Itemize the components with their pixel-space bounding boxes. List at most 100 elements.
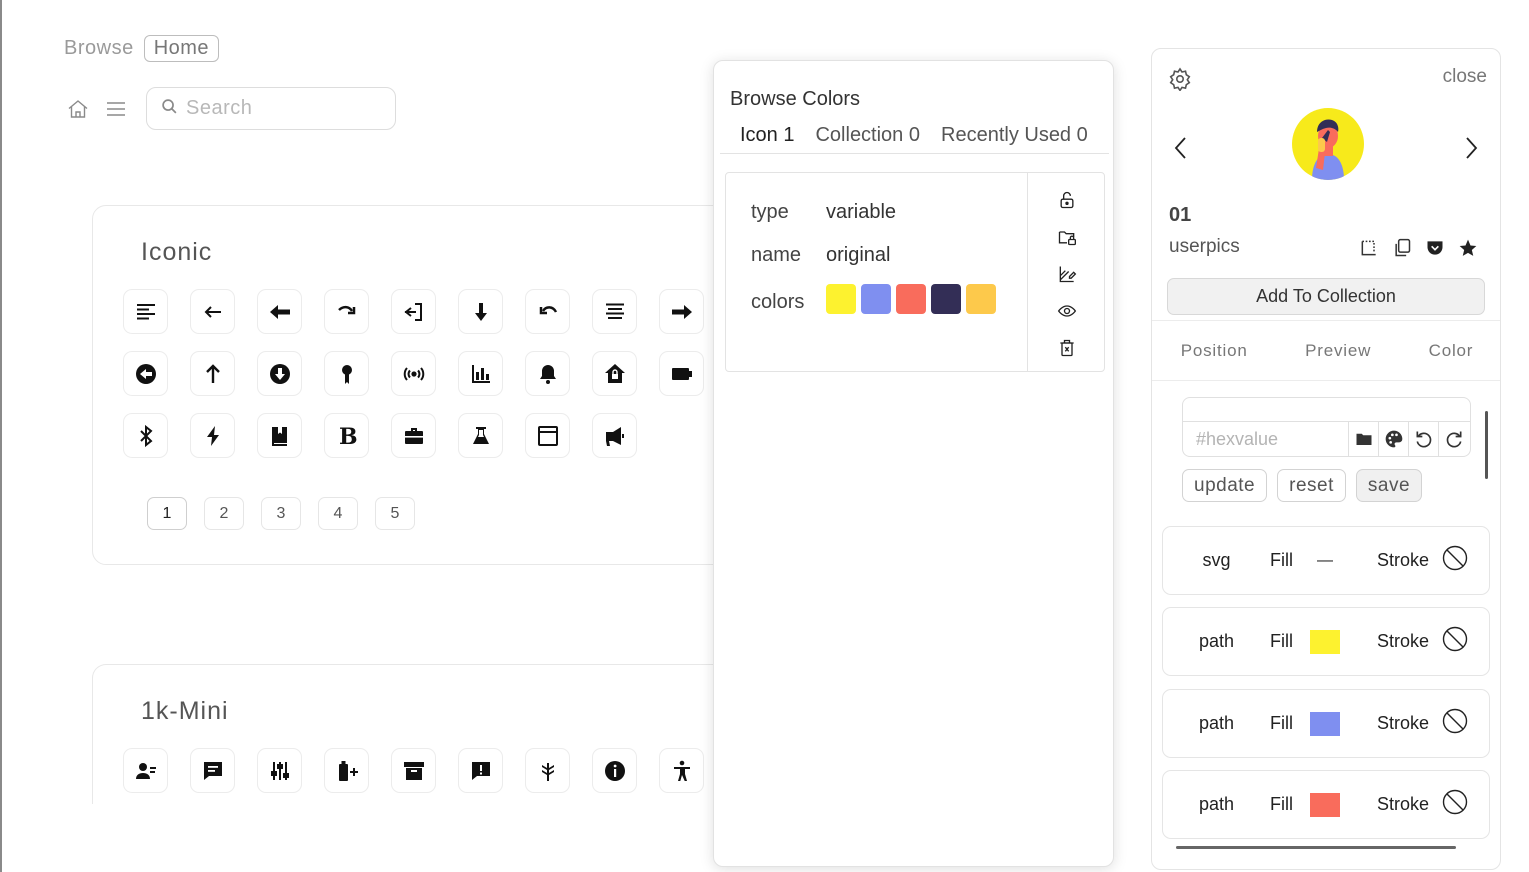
- fill-label: Fill: [1270, 631, 1293, 651]
- arrow-left-bold-icon[interactable]: [257, 289, 302, 334]
- tab-color[interactable]: Color: [1429, 341, 1474, 361]
- fill-swatch[interactable]: [1310, 792, 1340, 817]
- sliders-icon[interactable]: [257, 748, 302, 793]
- trash-icon[interactable]: [1053, 334, 1081, 362]
- battery-plus-icon[interactable]: [324, 748, 369, 793]
- page-button[interactable]: 4: [318, 497, 358, 530]
- user-icon[interactable]: [123, 748, 168, 793]
- stroke-label: Stroke: [1377, 631, 1430, 651]
- arrow-down-circle-icon[interactable]: [257, 351, 302, 396]
- color-swatch[interactable]: [896, 284, 926, 314]
- palette-edit-icon[interactable]: [1053, 260, 1081, 288]
- bolt-icon[interactable]: [190, 413, 235, 458]
- align-left-icon[interactable]: [123, 289, 168, 334]
- horizontal-scrollbar[interactable]: [1176, 846, 1456, 849]
- color-swatch[interactable]: [826, 284, 856, 314]
- color-swatch[interactable]: [931, 284, 961, 314]
- page-button[interactable]: 2: [204, 497, 244, 530]
- info-icon[interactable]: [592, 748, 637, 793]
- broadcast-icon[interactable]: [391, 351, 436, 396]
- search-box[interactable]: [146, 87, 396, 130]
- layer-row[interactable]: path Fill Stroke: [1162, 689, 1490, 758]
- bar-chart-icon[interactable]: [458, 351, 503, 396]
- page-button[interactable]: 5: [375, 497, 415, 530]
- bluetooth-icon[interactable]: [123, 413, 168, 458]
- chat-icon[interactable]: [190, 748, 235, 793]
- page-button[interactable]: 1: [147, 497, 187, 530]
- update-button[interactable]: update: [1182, 469, 1268, 502]
- chevron-left-icon[interactable]: [1172, 135, 1190, 166]
- redo-icon[interactable]: [1439, 422, 1469, 456]
- arrow-left-circle-icon[interactable]: [123, 351, 168, 396]
- tab-recently-used[interactable]: Recently Used 0: [941, 124, 1088, 153]
- top-nav: [64, 87, 396, 130]
- scrollbar[interactable]: [1485, 411, 1488, 479]
- frame-icon[interactable]: [1356, 235, 1381, 260]
- home-lock-icon[interactable]: [592, 351, 637, 396]
- fill-none[interactable]: —: [1310, 549, 1340, 573]
- wheat-icon[interactable]: [525, 748, 570, 793]
- alert-message-icon[interactable]: [458, 748, 503, 793]
- gear-icon[interactable]: [1168, 67, 1192, 96]
- arrow-right-bold-icon[interactable]: [659, 289, 704, 334]
- palette-icon[interactable]: [1379, 422, 1409, 456]
- folder-lock-icon[interactable]: [1053, 223, 1081, 251]
- undo-icon[interactable]: [525, 289, 570, 334]
- bold-icon[interactable]: B: [324, 413, 369, 458]
- briefcase-icon[interactable]: [391, 413, 436, 458]
- layer-row[interactable]: svg Fill — Stroke: [1162, 526, 1490, 595]
- battery-icon[interactable]: [659, 351, 704, 396]
- fill-swatch[interactable]: [1310, 629, 1340, 654]
- accessibility-icon[interactable]: [659, 748, 704, 793]
- close-button[interactable]: close: [1443, 66, 1487, 88]
- log-out-icon[interactable]: [391, 289, 436, 334]
- menu-icon[interactable]: [102, 95, 130, 123]
- name-label: name: [751, 244, 802, 266]
- home-icon[interactable]: [64, 95, 92, 123]
- megaphone-icon[interactable]: [592, 413, 637, 458]
- arrow-left-thin-icon[interactable]: [190, 289, 235, 334]
- layer-row[interactable]: path Fill Stroke: [1162, 607, 1490, 676]
- layer-row[interactable]: path Fill Stroke: [1162, 770, 1490, 839]
- eye-icon[interactable]: [1053, 297, 1081, 325]
- color-swatch[interactable]: [966, 284, 996, 314]
- chevron-right-icon[interactable]: [1462, 135, 1480, 166]
- bell-icon[interactable]: [525, 351, 570, 396]
- hex-input[interactable]: [1183, 422, 1349, 456]
- beaker-icon[interactable]: [458, 413, 503, 458]
- folder-icon[interactable]: [1349, 422, 1379, 456]
- pocket-icon[interactable]: [1422, 235, 1447, 260]
- tab-position[interactable]: Position: [1181, 341, 1248, 361]
- name-value: original: [826, 244, 891, 266]
- layer-name: svg: [1202, 550, 1231, 570]
- undo-icon[interactable]: [1409, 422, 1439, 456]
- copy-icon[interactable]: [1389, 235, 1414, 260]
- arrow-up-icon[interactable]: [190, 351, 235, 396]
- page-button[interactable]: 3: [261, 497, 301, 530]
- tab-icon[interactable]: Icon 1: [740, 124, 794, 153]
- tab-preview[interactable]: Preview: [1305, 341, 1371, 361]
- add-to-collection-button[interactable]: Add To Collection: [1167, 278, 1485, 315]
- no-stroke-icon[interactable]: [1442, 789, 1468, 820]
- arrow-down-icon[interactable]: [458, 289, 503, 334]
- fill-swatch[interactable]: [1310, 711, 1340, 736]
- color-swatch[interactable]: [861, 284, 891, 314]
- book-icon[interactable]: [257, 413, 302, 458]
- info-row-colors: colors: [751, 277, 1001, 327]
- search-input[interactable]: [186, 97, 376, 120]
- tab-collection[interactable]: Collection 0: [815, 124, 920, 153]
- redo-icon[interactable]: [324, 289, 369, 334]
- award-icon[interactable]: [324, 351, 369, 396]
- breadcrumb-home[interactable]: Home: [143, 35, 220, 62]
- no-stroke-icon[interactable]: [1442, 626, 1468, 657]
- browser-icon[interactable]: [525, 413, 570, 458]
- no-stroke-icon[interactable]: [1442, 545, 1468, 576]
- align-center-icon[interactable]: [592, 289, 637, 334]
- breadcrumb-browse[interactable]: Browse: [64, 37, 134, 60]
- unlock-icon[interactable]: [1053, 186, 1081, 214]
- reset-button[interactable]: reset: [1277, 469, 1346, 502]
- star-icon[interactable]: [1455, 235, 1480, 260]
- archive-icon[interactable]: [391, 748, 436, 793]
- save-button[interactable]: save: [1355, 469, 1423, 502]
- no-stroke-icon[interactable]: [1442, 708, 1468, 739]
